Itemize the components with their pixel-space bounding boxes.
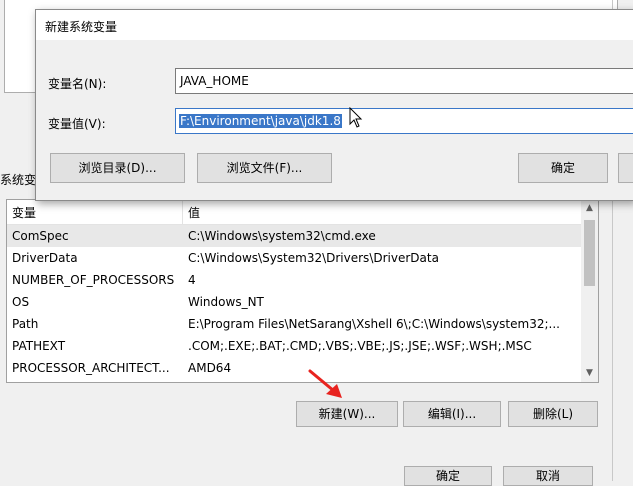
variable-value: .COM;.EXE;.BAT;.CMD;.VBS;.VBE;.JS;.JSE;.… [188, 339, 532, 353]
table-row[interactable]: ComSpec C:\Windows\system32\cmd.exe [7, 225, 581, 247]
system-variables-label: 系统变 [0, 171, 39, 188]
table-row[interactable]: DriverData C:\Windows\System32\Drivers\D… [7, 247, 581, 269]
browse-directory-button[interactable]: 浏览目录(D)... [50, 153, 185, 183]
scrollbar-thumb[interactable] [584, 220, 595, 286]
variable-name-input[interactable]: JAVA_HOME [175, 68, 633, 94]
cancel-button-partial[interactable] [618, 153, 633, 183]
variable-name: DriverData [12, 251, 78, 265]
variable-value-input[interactable]: F:\Environment\java\jdk1.8 [175, 108, 633, 134]
column-divider[interactable] [182, 200, 183, 224]
table-row[interactable]: NUMBER_OF_PROCESSORS 4 [7, 269, 581, 291]
new-system-variable-dialog: 新建系统变量 变量名(N): JAVA_HOME 变量值(V): F:\Envi… [35, 9, 633, 201]
variable-name: ComSpec [12, 229, 69, 243]
variable-name: OS [12, 295, 30, 309]
variable-value: AMD64 [188, 361, 232, 375]
scroll-up-icon[interactable]: ▲ [581, 200, 598, 217]
variable-name-label: 变量名(N): [48, 77, 107, 91]
variable-value: E:\Program Files\NetSarang\Xshell 6\;C:\… [188, 317, 560, 331]
variable-value: C:\Windows\System32\Drivers\DriverData [188, 251, 439, 265]
variable-value-selected-text: F:\Environment\java\jdk1.8 [179, 114, 342, 128]
variable-value-label: 变量值(V): [48, 117, 106, 131]
red-arrow-icon [308, 369, 342, 398]
table-row[interactable]: Path E:\Program Files\NetSarang\Xshell 6… [7, 313, 581, 335]
column-header-value[interactable]: 值 [188, 204, 200, 221]
list-rows: ComSpec C:\Windows\system32\cmd.exe Driv… [7, 225, 581, 379]
variable-value: C:\Windows\system32\cmd.exe [188, 229, 376, 243]
table-row[interactable]: PATHEXT .COM;.EXE;.BAT;.CMD;.VBS;.VBE;.J… [7, 335, 581, 357]
dialog-titlebar[interactable]: 新建系统变量 [36, 10, 633, 40]
dialog-title: 新建系统变量 [45, 20, 118, 34]
vertical-scrollbar[interactable]: ▲ ▼ [581, 200, 598, 382]
scroll-down-icon[interactable]: ▼ [581, 365, 598, 382]
variable-value: 4 [188, 273, 196, 287]
system-variables-list[interactable]: 变量 值 ComSpec C:\Windows\system32\cmd.exe… [6, 199, 599, 383]
table-row[interactable]: OS Windows_NT [7, 291, 581, 313]
column-header-variable[interactable]: 变量 [12, 204, 36, 221]
parent-ok-button[interactable]: 确定 [404, 466, 492, 486]
variable-name-text: JAVA_HOME [180, 74, 249, 88]
list-header: 变量 值 [7, 200, 581, 225]
ok-button[interactable]: 确定 [518, 153, 608, 183]
table-row[interactable]: PROCESSOR_ARCHITECT... AMD64 [7, 357, 581, 379]
variable-name: Path [12, 317, 39, 331]
variable-name: PATHEXT [12, 339, 66, 353]
parent-cancel-button[interactable]: 取消 [503, 466, 593, 486]
variable-name: NUMBER_OF_PROCESSORS [12, 273, 175, 287]
mouse-cursor-icon [349, 107, 363, 128]
new-variable-button[interactable]: 新建(W)... [296, 401, 398, 427]
variable-name: PROCESSOR_ARCHITECT... [12, 361, 170, 375]
delete-variable-button[interactable]: 删除(L) [508, 401, 598, 427]
variable-value: Windows_NT [188, 295, 264, 309]
edit-variable-button[interactable]: 编辑(I)... [403, 401, 501, 427]
browse-file-button[interactable]: 浏览文件(F)... [197, 153, 332, 183]
